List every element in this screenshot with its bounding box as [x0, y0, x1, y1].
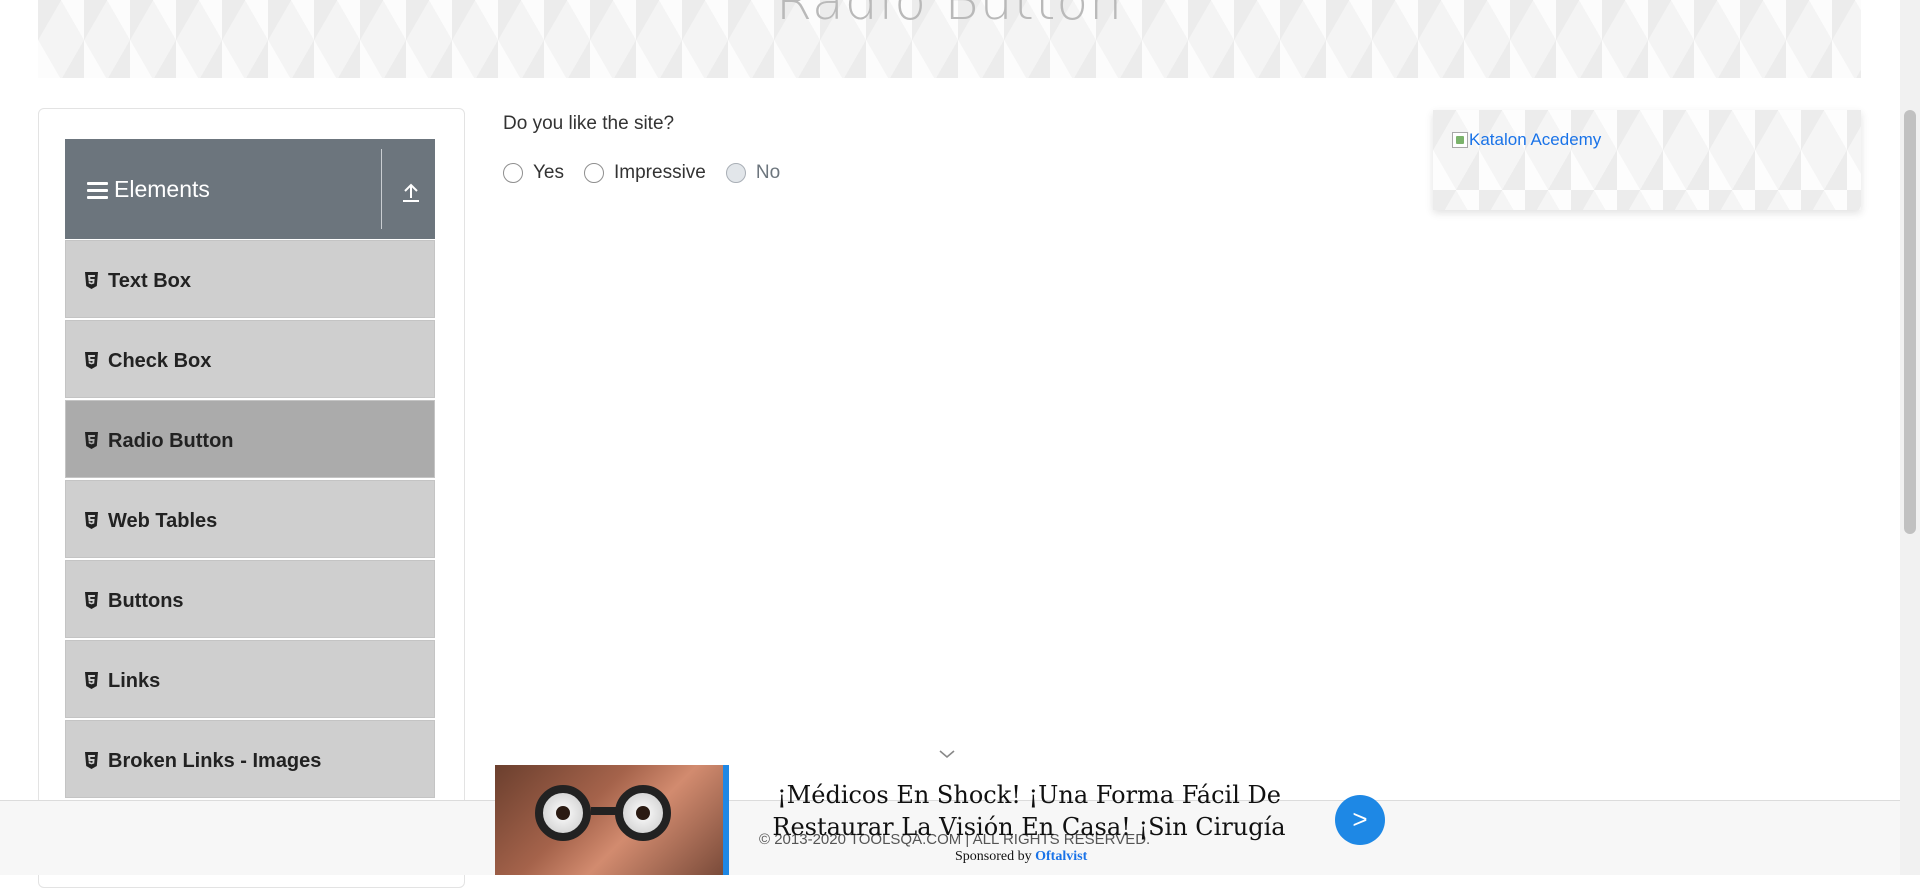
scrollbar-thumb[interactable]	[1904, 110, 1916, 534]
collapse-up-icon[interactable]	[400, 181, 422, 203]
radio-option-no: No	[725, 162, 781, 184]
sidebar-item-label: Links	[108, 670, 161, 692]
html5-icon	[85, 272, 98, 289]
katalon-ad-alt-text[interactable]: Katalon Acedemy	[1469, 130, 1601, 150]
radio-yes-input[interactable]	[503, 163, 523, 183]
sidebar-item-label: Check Box	[108, 350, 212, 372]
radio-impressive-input[interactable]	[584, 163, 604, 183]
elements-group-header[interactable]: Elements	[65, 139, 435, 239]
page-title: Radio Button	[775, 0, 1124, 32]
radio-impressive-label[interactable]: Impressive	[614, 162, 706, 184]
sidebar-item-links[interactable]: Links	[65, 640, 435, 718]
page-banner: Radio Button	[38, 0, 1861, 78]
group-title: Elements	[114, 176, 210, 202]
html5-icon	[85, 752, 98, 769]
katalon-ad-image[interactable]: Katalon Acedemy	[1452, 130, 1601, 150]
sidebar-item-check-box[interactable]: Check Box	[65, 320, 435, 398]
html5-icon	[85, 592, 98, 609]
radio-no-input	[725, 163, 746, 183]
ad-sponsor-name[interactable]: Oftalvist	[1035, 849, 1087, 864]
html5-icon	[85, 512, 98, 529]
header-divider	[381, 149, 382, 229]
chevron-down-icon[interactable]	[938, 748, 956, 760]
sponsored-ad[interactable]: ¡Médicos En Shock! ¡Una Forma Fácil De R…	[495, 765, 1395, 875]
page-scrollbar[interactable]	[1900, 0, 1920, 875]
ad-accent-bar	[723, 765, 729, 875]
radio-option-yes[interactable]: Yes	[503, 162, 564, 184]
radio-no-label: No	[755, 162, 781, 183]
sidebar-item-label: Text Box	[108, 270, 191, 292]
katalon-ad-card[interactable]: Katalon Acedemy	[1433, 110, 1861, 210]
html5-icon	[85, 432, 98, 449]
html5-icon	[85, 352, 98, 369]
ad-go-button[interactable]: >	[1335, 795, 1385, 845]
hamburger-icon	[87, 182, 108, 199]
ad-headline[interactable]: ¡Médicos En Shock! ¡Una Forma Fácil De R…	[741, 779, 1317, 843]
ad-sponsored-by-prefix: Sponsored by	[955, 849, 1032, 864]
sidebar-item-label: Buttons	[108, 590, 184, 612]
sidebar-item-broken-links-images[interactable]: Broken Links - Images	[65, 720, 435, 798]
radio-yes-label[interactable]: Yes	[533, 162, 564, 184]
radio-option-impressive[interactable]: Impressive	[584, 162, 706, 184]
sidebar-item-radio-button[interactable]: Radio Button	[65, 400, 435, 478]
elements-menu: Text Box Check Box Radio Button Web Tabl…	[65, 240, 435, 800]
radio-group: Yes Impressive No	[503, 162, 800, 184]
ad-photo[interactable]	[495, 765, 723, 875]
radio-question: Do you like the site?	[503, 113, 675, 134]
sidebar-item-label: Web Tables	[108, 510, 218, 532]
broken-image-icon	[1452, 132, 1468, 148]
html5-icon	[85, 672, 98, 689]
sidebar-item-buttons[interactable]: Buttons	[65, 560, 435, 638]
sidebar-item-web-tables[interactable]: Web Tables	[65, 480, 435, 558]
sidebar-item-label: Radio Button	[108, 430, 234, 452]
sidebar-item-text-box[interactable]: Text Box	[65, 240, 435, 318]
sidebar-item-label: Broken Links - Images	[108, 750, 322, 772]
ad-sponsored-by: Sponsored by Oftalvist	[955, 849, 1087, 865]
